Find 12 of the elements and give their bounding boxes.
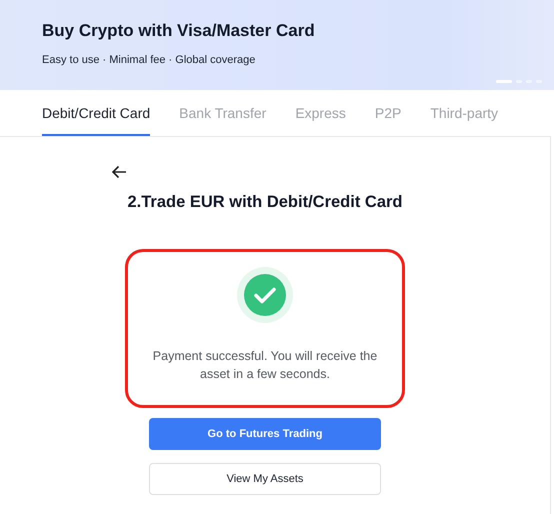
tab[interactable]: Express (295, 90, 346, 136)
tab[interactable]: Third-party (430, 90, 498, 136)
banner-subtitle: Easy to use · Minimal fee · Global coverage (42, 54, 256, 66)
tab[interactable]: Bank Transfer (179, 90, 266, 136)
tab[interactable]: P2P (374, 90, 402, 136)
primary-button[interactable]: Go to Futures Trading (149, 418, 381, 450)
banner-title: Buy Crypto with Visa/Master Card (42, 21, 316, 41)
tab[interactable]: Debit/Credit Card (42, 90, 150, 136)
back-arrow-icon[interactable] (111, 165, 127, 179)
step-title: 2.Trade EUR with Debit/Credit Card (127, 193, 403, 212)
status-message: Payment successful. You will receive the asset in a few seconds. (152, 348, 378, 383)
secondary-button[interactable]: View My Assets (149, 463, 381, 495)
